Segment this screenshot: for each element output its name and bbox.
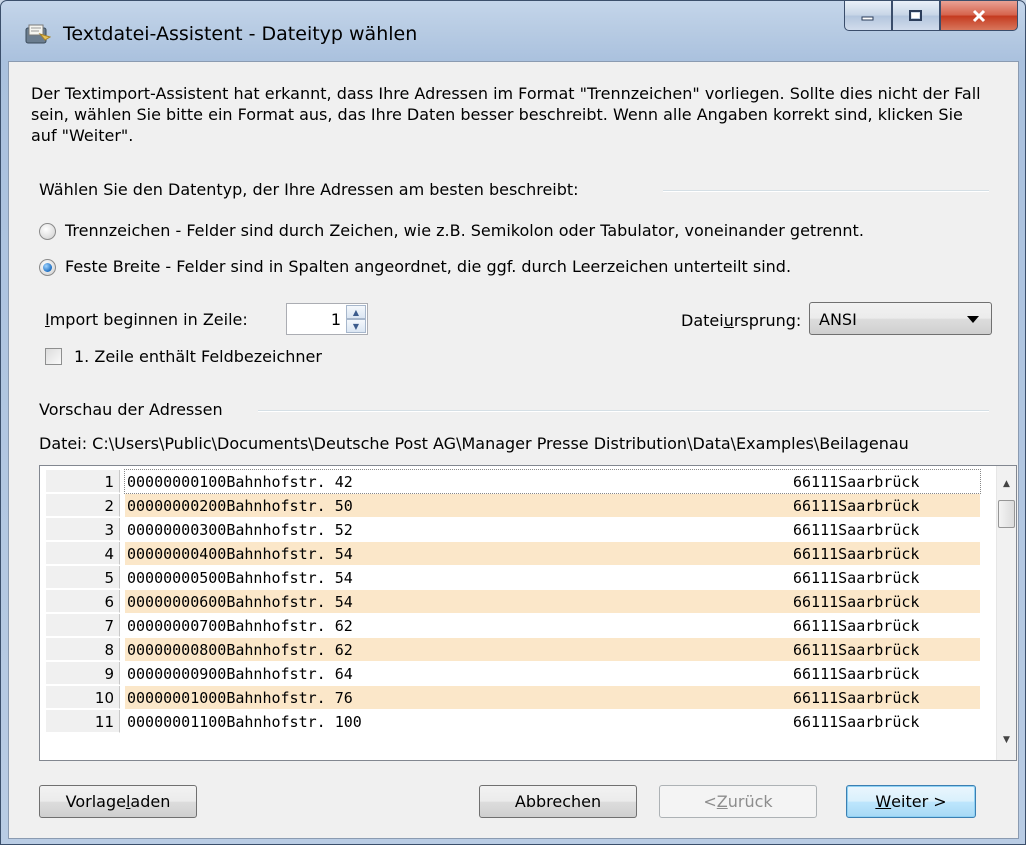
row-number: 11 [46,710,120,733]
table-row[interactable]: 7 00000000700Bahnhofstr. 62 66111Saarbrück [40,614,980,638]
radio-delimited-label[interactable]: Trennzeichen - Felder sind durch Zeichen… [65,221,864,240]
scroll-thumb[interactable] [998,500,1015,528]
maximize-button[interactable] [892,1,940,31]
row-field-city: 66111Saarbrück [793,593,920,611]
file-origin-dropdown[interactable]: ANSI [809,302,992,335]
spinner-buttons: ▲ ▼ [346,305,366,333]
row-field-city: 66111Saarbrück [793,497,920,515]
load-template-button[interactable]: Vorlage l aden [39,785,197,818]
radio-fixed-width-label[interactable]: Feste Breite - Felder sind in Spalten an… [65,257,791,276]
radio-fixed-width[interactable] [39,259,56,276]
dialog-window: Textdatei-Assistent - Dateityp wählen De… [0,0,1026,845]
preview-group-divider [258,410,989,412]
maximize-icon [909,9,922,21]
row-number: 9 [46,662,120,685]
file-origin-value: ANSI [819,310,857,329]
import-start-label: Import beginnen in Zeile: [45,310,248,329]
scroll-down-arrow-icon[interactable]: ▼ [997,730,1016,750]
wizard-app-icon [25,24,51,44]
row-field-city: 66111Saarbrück [793,521,920,539]
next-button[interactable]: Weiter > [846,785,976,818]
spin-down-arrow-icon[interactable]: ▼ [346,319,366,333]
row-number: 5 [46,566,120,589]
import-start-value[interactable]: 1 [331,310,341,329]
scroll-up-arrow-icon[interactable]: ▲ [997,474,1016,494]
row-number: 10 [46,686,120,709]
window-title: Textdatei-Assistent - Dateityp wählen [63,23,418,45]
file-path: Datei: C:\Users\Public\Documents\Deutsch… [39,434,909,453]
table-row[interactable]: 5 00000000500Bahnhofstr. 54 66111Saarbrück [40,566,980,590]
row-field-city: 66111Saarbrück [793,641,920,659]
header-row-checkbox-label[interactable]: 1. Zeile enthält Feldbezeichner [74,347,322,366]
spin-up-arrow-icon[interactable]: ▲ [346,305,366,319]
row-number: 1 [46,470,120,493]
row-field-city: 66111Saarbrück [793,569,920,587]
header-row-checkbox[interactable] [45,348,62,365]
row-field-city: 66111Saarbrück [793,689,920,707]
row-number: 3 [46,518,120,541]
close-button[interactable] [940,1,1018,31]
title-bar[interactable]: Textdatei-Assistent - Dateityp wählen [1,1,1025,61]
row-field-city: 66111Saarbrück [793,545,920,563]
address-preview-grid[interactable]: 1 00000000100Bahnhofstr. 42 66111Saarbrück… [39,465,1017,761]
row-number: 8 [46,638,120,661]
table-row[interactable]: 6 00000000600Bahnhofstr. 54 66111Saarbrück [40,590,980,614]
row-number: 6 [46,590,120,613]
row-number: 7 [46,614,120,637]
datatype-group-title: Wählen Sie den Datentyp, der Ihre Adress… [39,180,579,199]
import-start-spinner[interactable]: 1 ▲ ▼ [286,303,368,335]
row-field-city: 66111Saarbrück [793,665,920,683]
minimize-button[interactable] [844,1,892,31]
table-row[interactable]: 2 00000000200Bahnhofstr. 50 66111Saarbrück [40,494,980,518]
dropdown-arrow-icon [967,316,979,323]
preview-group-title: Vorschau der Adressen [39,400,223,419]
table-row[interactable]: 3 00000000300Bahnhofstr. 52 66111Saarbrück [40,518,980,542]
table-row[interactable]: 4 00000000400Bahnhofstr. 54 66111Saarbrück [40,542,980,566]
row-field-city: 66111Saarbrück [793,473,920,491]
minimize-icon [861,16,874,20]
intro-text: Der Textimport-Assistent hat erkannt, da… [31,84,981,145]
table-row[interactable]: 11 00000001100Bahnhofstr. 100 66111Saarbrü… [40,710,980,734]
table-row[interactable]: 8 00000000800Bahnhofstr. 62 66111Saarbrück [40,638,980,662]
file-origin-label: Dateiursprung: [681,311,802,330]
close-icon [972,9,986,22]
back-button: < Zurück [659,785,817,818]
table-row[interactable]: 9 00000000900Bahnhofstr. 64 66111Saarbrück [40,662,980,686]
row-field-city: 66111Saarbrück [793,617,920,635]
preview-vertical-scrollbar[interactable]: ▲ ▼ [996,466,1016,760]
cancel-button[interactable]: Abbrechen [479,785,637,818]
row-number: 2 [46,494,120,517]
row-field-city: 66111Saarbrück [793,713,920,731]
datatype-group-divider [663,190,989,192]
radio-delimited[interactable] [39,223,56,240]
row-number: 4 [46,542,120,565]
table-row[interactable]: 10 00000001000Bahnhofstr. 76 66111Saarbrüc… [40,686,980,710]
caption-buttons [844,1,1018,31]
table-row[interactable]: 1 00000000100Bahnhofstr. 42 66111Saarbrück [40,469,981,494]
